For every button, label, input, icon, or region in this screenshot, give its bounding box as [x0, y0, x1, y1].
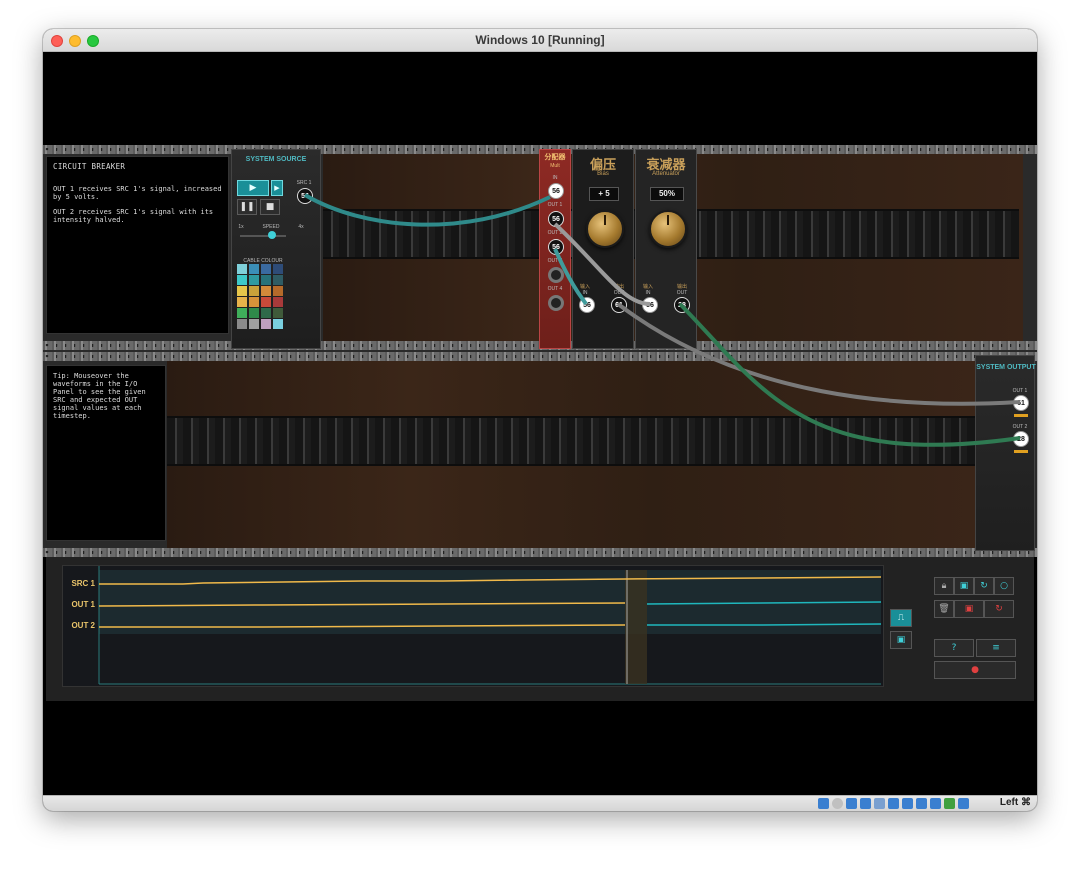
audio-icon[interactable]: [846, 798, 857, 809]
save-view-button[interactable]: ▣: [890, 631, 912, 649]
save-slot-button[interactable]: ▣: [954, 577, 974, 595]
optical-drive-icon[interactable]: [832, 798, 843, 809]
menu-button[interactable]: ≡: [976, 639, 1016, 657]
cable-mult-to-attenuator[interactable]: [553, 222, 651, 306]
save-icon: ▣: [896, 635, 906, 645]
waveform-area: SRC 1 OUT 1 OUT 2: [62, 565, 884, 687]
cable-bias-to-out1[interactable]: [616, 302, 1021, 406]
record-button[interactable]: ●: [934, 661, 1016, 679]
help-button[interactable]: ?: [934, 639, 974, 657]
mouse-integration-icon[interactable]: [958, 798, 969, 809]
usb-icon[interactable]: [874, 798, 885, 809]
record-icon: ●: [971, 665, 979, 675]
hard-disk-icon[interactable]: [818, 798, 829, 809]
shared-folders-icon[interactable]: [888, 798, 899, 809]
undo-red-icon: ↻: [995, 604, 1003, 614]
menu-icon: ≡: [992, 643, 1000, 653]
cable-attenuator-to-out2[interactable]: [678, 302, 1021, 447]
guest-additions-icon[interactable]: [944, 798, 955, 809]
waveform-view-button[interactable]: ⎍: [890, 609, 912, 627]
undo-button[interactable]: ↻: [974, 577, 994, 595]
lock-button[interactable]: 🔒︎: [934, 577, 954, 595]
undo-icon: ↻: [980, 581, 988, 591]
delete-button[interactable]: 🗑︎: [934, 600, 954, 618]
clock-icon: ○: [1000, 581, 1008, 591]
virtualbox-window: Windows 10 [Running] CIRCUIT BREAKER OUT…: [43, 29, 1037, 811]
recording-icon[interactable]: [916, 798, 927, 809]
virtualbox-status-bar: Left ⌘: [43, 795, 1037, 811]
host-key-indicator: Left ⌘: [999, 797, 1031, 808]
cable-src-to-mult[interactable]: [303, 193, 551, 227]
lock-icon: 🔒︎: [941, 581, 947, 591]
reset-button[interactable]: ↻: [984, 600, 1014, 618]
save-red-icon: ▣: [964, 604, 974, 614]
display-icon[interactable]: [902, 798, 913, 809]
clear-save-button[interactable]: ▣: [954, 600, 984, 618]
waveform-icon: ⎍: [897, 613, 905, 623]
trash-icon: 🗑︎: [938, 604, 950, 614]
waveform-graph[interactable]: [63, 566, 883, 686]
help-icon: ?: [951, 643, 957, 653]
io-panel: SRC 1 OUT 1 OUT 2 ⎍ ▣ 🔒︎ ▣ ↻ ○ 🗑︎ ▣ ↻ ? …: [46, 557, 1034, 701]
cable-mult-to-bias[interactable]: [553, 248, 588, 306]
cpu-icon[interactable]: [930, 798, 941, 809]
timer-button[interactable]: ○: [994, 577, 1014, 595]
save-icon: ▣: [959, 581, 969, 591]
network-icon[interactable]: [860, 798, 871, 809]
